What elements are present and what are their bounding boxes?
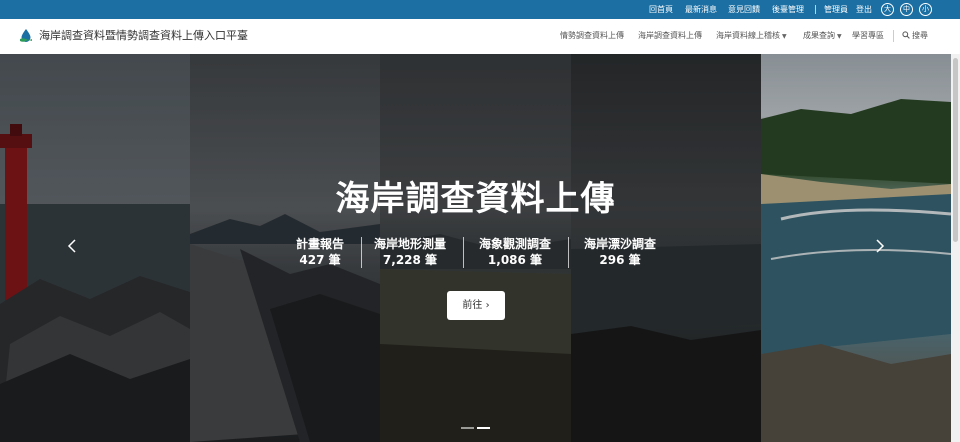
search-icon [902,31,910,39]
droplet-logo-icon[interactable] [18,28,34,44]
backend-admin-link[interactable]: 後臺管理 [772,0,804,19]
stat-label: 計畫報告 [295,237,344,251]
stat-ocean-observation: 海象觀測調查 1,086 筆 [471,237,559,268]
stat-value: 1,086 筆 [487,253,543,267]
chevron-right-icon: › [485,300,490,311]
stat-value: 7,228 筆 [382,253,438,267]
stat-plan-reports: 計畫報告 427 筆 [285,237,355,268]
font-size-small-button[interactable]: 小 [919,3,932,16]
stat-value: 296 筆 [599,253,641,267]
nav-learning[interactable]: 學習專區 [852,30,884,42]
divider [815,5,816,14]
stat-value: 427 筆 [299,253,341,267]
carousel-next-button[interactable] [874,238,886,254]
admin-user-label: 管理員 [824,5,848,14]
hero-carousel: 海岸調查資料上傳 計畫報告 427 筆 海岸地形測量 7,228 筆 海象觀測調… [0,54,951,442]
nav-online-audit-label: 海岸資料線上稽核 [716,31,780,40]
go-button[interactable]: 前往 › [447,291,505,320]
nav-online-audit[interactable]: 海岸資料線上稽核 ▼ [716,30,787,43]
nav-divider [893,30,894,42]
news-link[interactable]: 最新消息 [685,0,717,19]
caret-down-icon: ▼ [837,33,842,40]
chevron-left-icon [67,239,76,253]
site-header: 海岸調查資料暨情勢調查資料上傳入口平臺 情勢調查資料上傳 海岸調查資料上傳 海岸… [0,19,960,54]
stat-label: 海岸地形測量 [373,237,446,251]
home-link[interactable]: 回首頁 [649,0,673,19]
nav-situation-upload[interactable]: 情勢調查資料上傳 [560,30,624,42]
search-button[interactable]: 搜尋 [902,30,928,42]
scrollbar-thumb[interactable] [953,58,958,242]
stat-sand-drift: 海岸漂沙調查 296 筆 [576,237,664,268]
carousel-indicator-1[interactable] [461,427,474,429]
page-scrollbar[interactable] [951,54,960,442]
search-label: 搜尋 [912,31,928,40]
logout-link[interactable]: 登出 [856,0,872,19]
nav-coastal-upload[interactable]: 海岸調查資料上傳 [638,30,702,42]
go-button-label: 前往 [462,300,483,311]
site-title[interactable]: 海岸調查資料暨情勢調查資料上傳入口平臺 [39,29,248,43]
font-size-large-button[interactable]: 大 [881,3,894,16]
stat-divider [463,237,464,268]
carousel-indicator-2-active[interactable] [477,427,490,429]
stat-divider [568,237,569,268]
stat-terrain-survey: 海岸地形測量 7,228 筆 [366,237,454,268]
nav-results-query-label: 成果查詢 [803,31,835,40]
top-utility-bar: 回首頁 最新消息 意見回饋 後臺管理 管理員 登出 大 中 小 [0,0,960,19]
stat-label: 海岸漂沙調查 [583,237,656,251]
stat-label: 海象觀測調查 [478,237,551,251]
caret-down-icon: ▼ [782,33,787,40]
hero-title: 海岸調查資料上傳 [335,179,616,219]
font-size-medium-button[interactable]: 中 [900,3,913,16]
nav-results-query[interactable]: 成果查詢 ▼ [803,30,842,43]
chevron-right-icon [876,239,885,253]
carousel-prev-button[interactable] [66,238,78,254]
feedback-link[interactable]: 意見回饋 [728,0,760,19]
stat-divider [361,237,362,268]
